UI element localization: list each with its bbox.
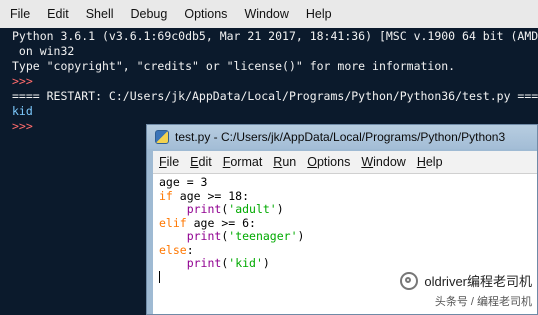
editor-menu-run[interactable]: Run bbox=[267, 155, 301, 169]
code-line: age = 3 bbox=[159, 175, 208, 189]
code-line: elif age >= 6: bbox=[159, 215, 256, 230]
shell-line: ==== RESTART: C:/Users/jk/AppData/Local/… bbox=[12, 89, 538, 103]
shell-menubar: File Edit Shell Debug Options Window Help bbox=[0, 0, 538, 29]
shell-line: kid bbox=[12, 104, 33, 118]
editor-titlebar[interactable]: test.py - C:/Users/jk/AppData/Local/Prog… bbox=[147, 125, 537, 149]
code-line: else: bbox=[159, 242, 194, 257]
python-icon bbox=[155, 130, 169, 144]
shell-menu-file[interactable]: File bbox=[0, 7, 37, 21]
shell-menu-window[interactable]: Window bbox=[234, 7, 295, 21]
shell-menu-help[interactable]: Help bbox=[296, 7, 339, 21]
text-cursor bbox=[159, 271, 160, 283]
watermark-sub: 头条号 / 编程老司机 bbox=[434, 296, 532, 308]
shell-menu-edit[interactable]: Edit bbox=[37, 7, 76, 21]
editor-menu-format[interactable]: Format bbox=[217, 155, 268, 169]
watermark-logo-icon bbox=[400, 271, 419, 290]
code-line: print('adult') bbox=[186, 202, 284, 216]
editor-menu-window[interactable]: Window bbox=[355, 155, 410, 169]
code-line: print('kid') bbox=[186, 256, 270, 270]
editor-menu-help[interactable]: Help bbox=[411, 155, 448, 169]
watermark: oldriver编程老司机 头条号 / 编程老司机 bbox=[400, 271, 532, 309]
editor-menu-edit[interactable]: Edit bbox=[184, 155, 217, 169]
editor-menu-options[interactable]: Options bbox=[301, 155, 355, 169]
editor-menubar: File Edit Format Run Options Window Help bbox=[153, 151, 537, 174]
code-line: print('teenager') bbox=[186, 229, 305, 243]
shell-menu-shell[interactable]: Shell bbox=[76, 7, 121, 21]
shell-line: on win32 bbox=[12, 44, 75, 58]
shell-line: Type "copyright", "credits" or "license(… bbox=[12, 59, 456, 73]
shell-line: Python 3.6.1 (v3.6.1:69c0db5, Mar 21 201… bbox=[12, 29, 538, 43]
editor-title: test.py - C:/Users/jk/AppData/Local/Prog… bbox=[175, 130, 506, 144]
shell-menu-debug[interactable]: Debug bbox=[121, 7, 175, 21]
code-line: if age >= 18: bbox=[159, 188, 250, 203]
shell-menu-options[interactable]: Options bbox=[174, 7, 234, 21]
shell-prompt: >>> bbox=[12, 74, 33, 88]
editor-menu-file[interactable]: File bbox=[153, 155, 184, 169]
watermark-main: oldriver编程老司机 bbox=[424, 274, 532, 289]
